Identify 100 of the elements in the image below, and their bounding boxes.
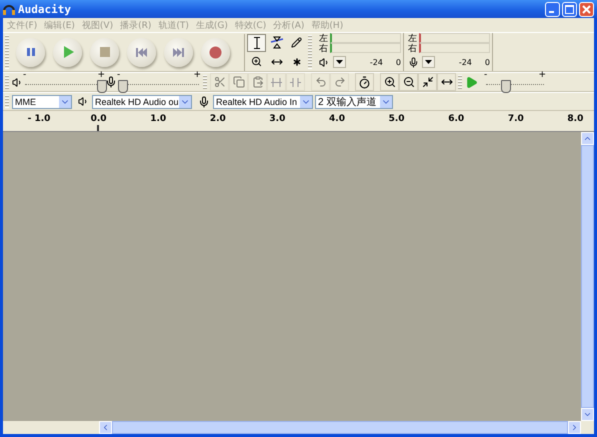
slider-min-label: - <box>484 70 488 80</box>
menu-item[interactable]: 文件(F) <box>7 18 38 32</box>
audio-host-select[interactable]: MME <box>12 94 72 108</box>
record-icon <box>209 46 222 58</box>
meter-scale-label: -24 <box>370 58 383 66</box>
window-title: Audacity <box>18 2 71 16</box>
pencil-icon <box>291 37 302 48</box>
speaker-icon <box>12 76 23 88</box>
paste-icon <box>252 76 264 88</box>
channel-label: 左 <box>408 32 418 44</box>
toolbar-button[interactable] <box>437 73 456 91</box>
level-meter-bar <box>419 43 490 53</box>
slider-max-label: + <box>538 70 546 80</box>
menu-item[interactable]: 视图(V) <box>82 18 114 32</box>
tool-button[interactable] <box>247 34 266 52</box>
chevron-down-icon <box>583 410 592 419</box>
slider-thumb[interactable] <box>501 80 512 93</box>
menu-item[interactable]: 编辑(E) <box>44 18 75 32</box>
channel-label: 右 <box>408 42 418 54</box>
playhead-marker <box>97 125 99 131</box>
slider-max-label: + <box>193 70 201 80</box>
ruler-tick-label: 5.0 <box>388 114 405 124</box>
ruler-tick-label: 1.0 <box>150 114 166 124</box>
scroll-left-button[interactable] <box>99 421 112 434</box>
toolbar-button[interactable] <box>399 73 418 91</box>
output-device-select[interactable]: Realtek HD Audio ou <box>92 94 192 108</box>
meter-scale-label: 0 <box>396 58 401 66</box>
skip-to-end-icon <box>173 48 184 56</box>
toolbar-button[interactable] <box>380 73 399 91</box>
meter-scale-label: 0 <box>484 58 490 66</box>
menu-item[interactable]: 特效(C) <box>234 18 266 32</box>
ruler-tick-label: 2.0 <box>210 114 226 124</box>
meter-menu-button[interactable] <box>333 56 346 68</box>
skip-start-button[interactable] <box>127 38 156 66</box>
menu-item[interactable]: 轨道(T) <box>158 18 189 32</box>
copy-icon <box>232 76 244 88</box>
play-icon <box>62 46 74 58</box>
channel-label: 左 <box>319 32 329 44</box>
zoom-out-icon <box>402 76 414 88</box>
zoom-fit-icon <box>422 76 434 88</box>
caret-icon <box>336 60 343 64</box>
chevron-right-icon <box>570 423 579 432</box>
chevron-left-icon <box>101 423 110 432</box>
level-meter-bar <box>330 43 401 53</box>
ruler-tick-label: 7.0 <box>508 114 524 124</box>
ruler-tick-label: 6.0 <box>448 114 464 124</box>
trim-icon <box>270 76 283 88</box>
chevron-up-icon <box>583 134 592 143</box>
skip-to-start-icon <box>136 48 147 56</box>
menu-item[interactable]: 分析(A) <box>273 18 304 32</box>
speaker-icon <box>78 96 89 107</box>
meter-menu-button[interactable] <box>422 56 435 68</box>
text-cursor-icon <box>252 36 260 48</box>
microphone-icon <box>408 56 419 68</box>
channel-label: 右 <box>319 42 329 54</box>
maximize-icon <box>565 4 574 14</box>
ruler-tick-label: 8.0 <box>567 114 584 124</box>
ruler-tick-label: 0.0 <box>90 114 107 124</box>
ruler-tick-label: 3.0 <box>269 114 286 124</box>
microphone-icon <box>105 76 117 88</box>
magnifier-icon <box>251 56 262 67</box>
slider-thumb[interactable] <box>118 80 128 93</box>
minimize-button[interactable] <box>545 2 560 16</box>
menu-item[interactable]: 生成(G) <box>196 18 228 32</box>
microphone-icon <box>198 96 210 108</box>
scroll-right-button[interactable] <box>568 421 581 434</box>
scissors-icon <box>214 76 226 88</box>
speaker-icon <box>319 56 330 68</box>
asterisk-icon <box>290 56 302 68</box>
channels-select[interactable]: 2 双输入声道 <box>315 94 393 108</box>
ruler-tick-label: 4.0 <box>329 114 345 124</box>
pause-button[interactable] <box>16 38 45 66</box>
silence-icon <box>289 76 302 88</box>
envelope-icon <box>270 36 284 49</box>
redo-icon <box>334 76 346 88</box>
slider-min-label: - <box>23 70 26 80</box>
input-device-select[interactable]: Realtek HD Audio In <box>213 94 313 108</box>
slider-max-label: + <box>97 70 105 80</box>
maximize-button[interactable] <box>562 2 577 16</box>
ruler-tick-label: - 1.0 <box>28 114 50 124</box>
caret-icon <box>425 60 432 64</box>
toolbar-button[interactable] <box>355 73 374 91</box>
menu-item[interactable]: 播录(R) <box>120 18 152 32</box>
close-icon <box>582 4 591 14</box>
zoom-in-icon <box>384 76 396 88</box>
slider-thumb[interactable] <box>96 80 107 93</box>
menu-item[interactable]: 帮助(H) <box>311 18 344 32</box>
play-icon <box>465 76 478 88</box>
skip-end-button[interactable] <box>164 38 193 66</box>
headphones-icon <box>3 3 15 15</box>
record-button[interactable] <box>201 38 230 66</box>
stop-icon <box>100 47 110 57</box>
toolbar-button[interactable] <box>418 73 437 91</box>
level-meter-bar <box>419 33 490 43</box>
pause-icon <box>26 47 36 57</box>
undo-icon <box>314 76 326 88</box>
meter-scale-label: -24 <box>458 58 472 66</box>
stopwatch-icon <box>358 76 371 88</box>
close-button[interactable] <box>579 2 594 16</box>
level-meter-bar <box>330 33 401 43</box>
